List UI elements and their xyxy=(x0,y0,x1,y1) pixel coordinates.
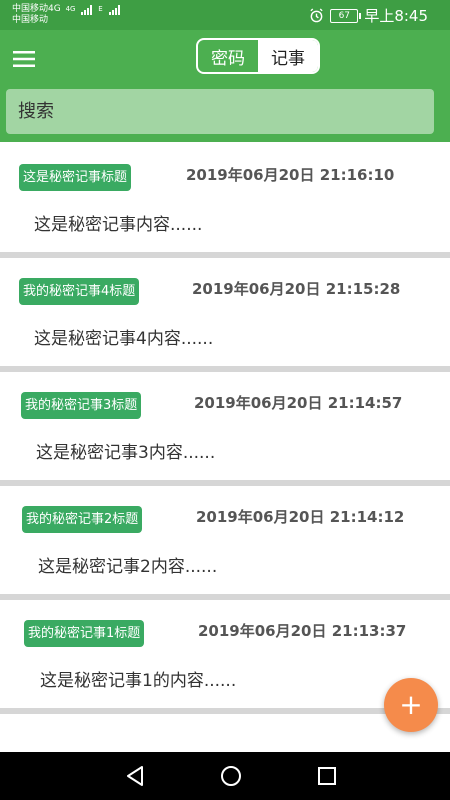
note-time: 2019年06月20日 21:13:37 xyxy=(198,622,407,640)
add-note-button[interactable]: + xyxy=(384,678,438,732)
alarm-icon xyxy=(310,8,323,23)
search-area: 搜索 xyxy=(0,86,450,142)
status-bar: 中国移动4G 4G E 中国移动 67 早上8:45 xyxy=(0,0,450,30)
signal-icon-2 xyxy=(108,5,120,15)
note-title: 我的秘密记事2标题 xyxy=(22,506,143,533)
note-title: 我的秘密记事3标题 xyxy=(21,392,142,419)
home-icon[interactable] xyxy=(220,765,242,787)
note-time: 2019年06月20日 21:16:10 xyxy=(186,166,395,184)
carrier-info: 中国移动4G 4G E 中国移动 xyxy=(12,4,121,26)
note-time: 2019年06月20日 21:14:57 xyxy=(194,394,403,412)
tab-notes[interactable]: 记事 xyxy=(258,40,318,72)
carrier-line-2: 中国移动 xyxy=(12,15,49,25)
note-title: 这是秘密记事标题 xyxy=(19,164,132,191)
note-content: 这是秘密记事3内容...... xyxy=(36,443,216,463)
note-item[interactable]: 我的秘密记事4标题 2019年06月20日 21:15:28 这是秘密记事4内容… xyxy=(0,258,450,372)
carrier-line-1: 中国移动4G xyxy=(12,4,61,14)
note-content: 这是秘密记事2内容...... xyxy=(38,557,218,577)
divider xyxy=(0,708,450,714)
battery-icon: 67 xyxy=(330,8,362,23)
tab-password[interactable]: 密码 xyxy=(198,40,258,72)
note-item[interactable]: 我的秘密记事2标题 2019年06月20日 21:14:12 这是秘密记事2内容… xyxy=(0,486,450,600)
clock: 早上8:45 xyxy=(364,7,428,25)
note-title: 我的秘密记事1标题 xyxy=(24,620,145,647)
note-content: 这是秘密记事4内容...... xyxy=(34,329,214,349)
note-time: 2019年06月20日 21:14:12 xyxy=(196,508,405,526)
hamburger-menu-icon[interactable] xyxy=(13,50,35,68)
note-time: 2019年06月20日 21:15:28 xyxy=(192,280,401,298)
recents-icon[interactable] xyxy=(316,765,338,787)
note-item[interactable]: 我的秘密记事3标题 2019年06月20日 21:14:57 这是秘密记事3内容… xyxy=(0,372,450,486)
search-input[interactable]: 搜索 xyxy=(6,89,434,134)
note-item[interactable]: 这是秘密记事标题 2019年06月20日 21:16:10 这是秘密记事内容..… xyxy=(0,144,450,258)
note-content: 这是秘密记事内容...... xyxy=(34,215,203,235)
back-icon[interactable] xyxy=(124,765,146,787)
net-type-1: 4G xyxy=(65,5,76,13)
system-nav-bar xyxy=(0,752,450,800)
note-item[interactable]: 我的秘密记事1标题 2019年06月20日 21:13:37 这是秘密记事1的内… xyxy=(0,600,450,714)
note-content: 这是秘密记事1的内容...... xyxy=(40,671,237,691)
mode-switch: 密码 记事 xyxy=(196,38,320,74)
status-right: 67 早上8:45 xyxy=(309,5,428,26)
note-title: 我的秘密记事4标题 xyxy=(19,278,140,305)
signal-icon xyxy=(81,5,93,15)
app-bar: 密码 记事 xyxy=(0,30,450,86)
notes-list: 这是秘密记事标题 2019年06月20日 21:16:10 这是秘密记事内容..… xyxy=(0,144,450,714)
net-type-2: E xyxy=(98,5,103,13)
